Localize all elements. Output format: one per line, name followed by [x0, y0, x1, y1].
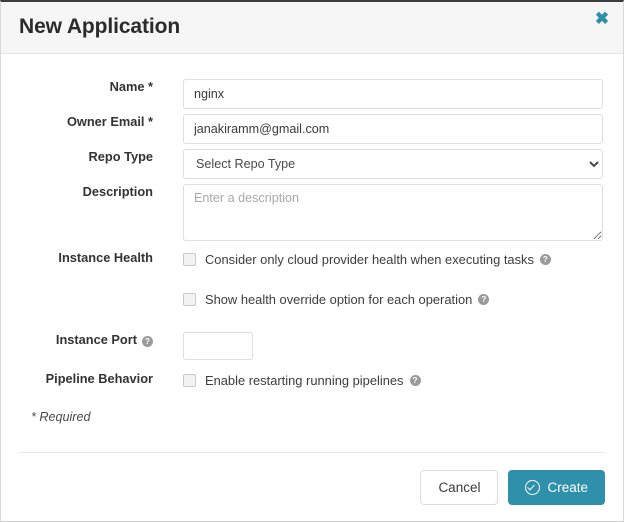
restart-pipelines-checkbox[interactable]	[183, 373, 196, 387]
owner-email-input[interactable]	[183, 114, 603, 144]
pipeline-behavior-label: Pipeline Behavior	[45, 371, 153, 386]
required-note: * Required	[31, 410, 91, 424]
dialog-body: Name * Owner Email * Repo Type Select Re…	[1, 54, 623, 452]
instance-port-control	[153, 332, 623, 360]
name-input[interactable]	[183, 79, 603, 109]
instance-health-label: Instance Health	[58, 250, 153, 265]
name-control	[153, 79, 623, 109]
restart-pipelines-row: Enable restarting running pipelines ?	[183, 371, 623, 389]
health-override-control: Show health override option for each ope…	[153, 290, 623, 308]
instance-port-label: Instance Port?	[1, 332, 153, 347]
dialog-header: New Application ✖	[1, 2, 623, 54]
repo-type-control: Select Repo Type	[153, 149, 623, 179]
owner-email-control	[153, 114, 623, 144]
create-button-label: Create	[547, 480, 588, 495]
repo-type-select[interactable]: Select Repo Type	[183, 149, 603, 179]
field-row-owner-email: Owner Email *	[1, 114, 623, 144]
health-override-label: Show health override option for each ope…	[205, 291, 473, 307]
name-label: Name *	[109, 79, 153, 94]
page-title: New Application	[19, 15, 181, 38]
instance-port-input[interactable]	[183, 332, 253, 360]
cloud-provider-health-help-icon[interactable]: ?	[539, 253, 551, 265]
new-application-dialog: New Application ✖ Name * Owner Email * R…	[0, 0, 624, 522]
health-override-help-icon[interactable]: ?	[478, 293, 490, 305]
instance-health-control: Consider only cloud provider health when…	[153, 250, 623, 268]
dialog-footer: Cancel Create	[1, 453, 623, 521]
description-label: Description	[82, 184, 153, 199]
field-row-instance-port: Instance Port?	[1, 332, 623, 360]
cloud-provider-health-label: Consider only cloud provider health when…	[205, 251, 534, 267]
check-circle-icon	[525, 480, 541, 495]
cancel-button[interactable]: Cancel	[420, 470, 499, 505]
description-textarea[interactable]	[183, 184, 603, 241]
restart-pipelines-help-icon[interactable]: ?	[409, 374, 421, 386]
close-icon[interactable]: ✖	[591, 8, 613, 30]
instance-port-label-text: Instance Port	[55, 332, 137, 347]
field-row-name: Name *	[1, 79, 623, 109]
restart-pipelines-label: Enable restarting running pipelines	[205, 372, 404, 388]
field-row-health-override: Show health override option for each ope…	[1, 290, 623, 308]
description-control	[153, 184, 623, 246]
cancel-button-label: Cancel	[438, 480, 481, 495]
repo-type-label: Repo Type	[88, 149, 153, 164]
instance-port-help-icon[interactable]: ?	[142, 336, 153, 347]
field-row-pipeline-behavior: Pipeline Behavior Enable restarting runn…	[1, 371, 623, 389]
health-override-row: Show health override option for each ope…	[183, 290, 623, 308]
health-override-checkbox[interactable]	[183, 292, 196, 306]
cloud-provider-health-checkbox[interactable]	[183, 252, 196, 266]
cloud-provider-health-row: Consider only cloud provider health when…	[183, 250, 623, 268]
field-row-description: Description	[1, 184, 623, 246]
owner-email-label: Owner Email *	[66, 114, 153, 129]
field-row-repo-type: Repo Type Select Repo Type	[1, 149, 623, 179]
create-button[interactable]: Create	[508, 470, 605, 505]
field-row-instance-health: Instance Health Consider only cloud prov…	[1, 250, 623, 268]
pipeline-behavior-control: Enable restarting running pipelines ?	[153, 371, 623, 389]
